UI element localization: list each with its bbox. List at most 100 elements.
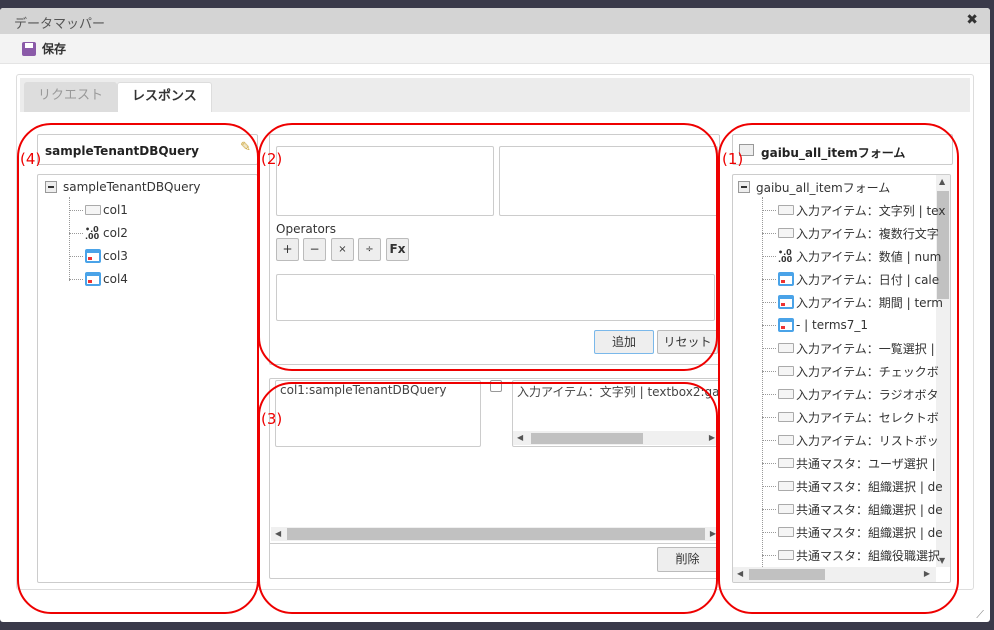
tree-item[interactable]: col3 xyxy=(69,246,128,266)
tree-item[interactable]: col4 xyxy=(69,269,128,289)
tree-item[interactable]: col1 xyxy=(69,200,128,220)
source-tree: sampleTenantDBQuery col1 •.0.00 col2 col3 co… xyxy=(37,174,258,583)
tree-item-label: 入力アイテム：セレクトボ xyxy=(796,410,939,425)
resize-grip-icon[interactable]: ⟋ xyxy=(976,608,984,622)
annotation-label-1: (1) xyxy=(722,150,744,168)
toolbar: 保存 xyxy=(0,34,990,64)
tree-item[interactable]: •.0.00 col2 xyxy=(69,223,128,243)
number-field-icon: •.0.00 xyxy=(85,225,100,241)
mapping-target-hscrollbar[interactable]: ◀ ▶ xyxy=(513,431,719,445)
collapse-icon[interactable] xyxy=(45,181,57,193)
mapping-checkbox[interactable] xyxy=(490,380,502,392)
text-field-icon xyxy=(778,458,794,468)
tree-item[interactable]: - | terms7_1 xyxy=(762,315,868,335)
tree-item[interactable]: 入力アイテム：チェックボ xyxy=(762,361,939,381)
calendar-icon xyxy=(778,272,794,286)
calendar-icon xyxy=(778,295,794,309)
target-field-box[interactable] xyxy=(499,146,718,216)
tree-item[interactable]: 共通マスタ：ユーザ選択 | xyxy=(762,453,936,473)
reset-button[interactable]: リセット xyxy=(657,330,718,354)
edit-pencil-icon[interactable]: ✎ xyxy=(240,140,251,155)
source-header: sampleTenantDBQuery ✎ xyxy=(37,134,258,165)
annotation-label-4: (4) xyxy=(20,150,42,168)
operator-minus-button[interactable]: − xyxy=(303,238,326,261)
target-header: gaibu_all_itemフォーム xyxy=(732,134,953,165)
tree-root-label: gaibu_all_itemフォーム xyxy=(756,180,891,195)
tree-item-label: 入力アイテム：文字列 | tex xyxy=(796,203,946,218)
tree-item[interactable]: 共通マスタ：組織役職選択 xyxy=(762,545,940,565)
add-button[interactable]: 追加 xyxy=(594,330,654,354)
tree-item-label: 共通マスタ：組織役職選択 xyxy=(796,548,941,563)
text-field-icon xyxy=(778,504,794,514)
tree-item[interactable]: 入力アイテム：一覧選択 | xyxy=(762,338,935,358)
annotation-label-3: (3) xyxy=(261,410,283,428)
tree-item-label: 入力アイテム：チェックボ xyxy=(796,364,939,379)
tree-item-label: 入力アイテム：数値 | num xyxy=(796,249,942,264)
text-field-icon xyxy=(778,343,794,353)
tree-item-label: 入力アイテム：ラジオボタ xyxy=(796,387,939,402)
tree-item[interactable]: 共通マスタ：組織選択 | de xyxy=(762,499,943,519)
save-label: 保存 xyxy=(42,42,67,56)
annotation-label-2: (2) xyxy=(261,150,283,168)
tree-item[interactable]: •.0.00 入力アイテム：数値 | num xyxy=(762,246,941,266)
operator-plus-button[interactable]: + xyxy=(276,238,299,261)
tree-root[interactable]: gaibu_all_itemフォーム xyxy=(738,177,890,197)
tree-item[interactable]: 入力アイテム：リストボッ xyxy=(762,430,939,450)
mapping-target[interactable]: 入力アイテム：文字列 | textbox2:gaib ◀ ▶ xyxy=(512,380,720,447)
expression-input[interactable] xyxy=(276,274,715,321)
tree-item-label: 共通マスタ：組織選択 | de xyxy=(796,502,943,517)
text-field-icon xyxy=(85,205,101,215)
text-field-icon xyxy=(778,550,794,560)
source-field-box[interactable] xyxy=(276,146,494,216)
source-header-title: sampleTenantDBQuery xyxy=(45,144,199,158)
calendar-icon xyxy=(778,318,794,332)
tree-item-label: col1 xyxy=(103,203,128,217)
operator-multiply-button[interactable]: × xyxy=(331,238,354,261)
number-field-icon: •.0.00 xyxy=(778,248,793,264)
calendar-icon xyxy=(85,272,101,286)
text-field-icon xyxy=(778,228,794,238)
tree-item-label: col3 xyxy=(103,249,128,263)
tab-response[interactable]: レスポンス xyxy=(117,82,212,112)
operator-divide-button[interactable]: ÷ xyxy=(358,238,381,261)
target-header-title: gaibu_all_itemフォーム xyxy=(761,146,906,160)
dialog-title: データマッパー xyxy=(14,17,106,32)
text-field-icon xyxy=(778,435,794,445)
save-button[interactable]: 保存 xyxy=(22,40,66,57)
tree-item-label: 入力アイテム：日付 | cale xyxy=(796,272,940,287)
tree-item[interactable]: 入力アイテム：日付 | cale xyxy=(762,269,939,289)
mapping-hscrollbar[interactable]: ◀ ▶ xyxy=(271,527,718,541)
tree-item-label: 入力アイテム：一覧選択 | xyxy=(796,341,935,356)
title-bar[interactable]: データマッパー ✖ xyxy=(0,8,990,34)
tree-item-label: 入力アイテム：リストボッ xyxy=(796,433,939,448)
tree-item-label: 共通マスタ：組織選択 | de xyxy=(796,525,943,540)
tree-item-label: 入力アイテム：複数行文字 xyxy=(796,226,939,241)
text-field-icon xyxy=(778,205,794,215)
calendar-icon xyxy=(85,249,101,263)
tree-item[interactable]: 入力アイテム：セレクトボ xyxy=(762,407,939,427)
tree-item-label: 共通マスタ：ユーザ選択 | xyxy=(796,456,936,471)
target-tree-hscrollbar[interactable]: ◀ ▶ xyxy=(733,567,936,582)
tree-item[interactable]: 入力アイテム：期間 | term xyxy=(762,292,943,312)
operator-function-button[interactable]: Fx xyxy=(386,238,409,261)
tree-item-label: col4 xyxy=(103,272,128,286)
tree-item[interactable]: 入力アイテム：ラジオボタ xyxy=(762,384,939,404)
tree-item[interactable]: 入力アイテム：複数行文字 xyxy=(762,223,939,243)
tree-item[interactable]: 共通マスタ：組織選択 | de xyxy=(762,522,943,542)
close-icon[interactable]: ✖ xyxy=(966,12,978,28)
tab-bar: リクエスト レスポンス xyxy=(20,78,970,112)
tree-item-label: - | terms7_1 xyxy=(796,318,869,332)
tree-item[interactable]: 入力アイテム：文字列 | tex xyxy=(762,200,945,220)
text-field-icon xyxy=(778,412,794,422)
collapse-icon[interactable] xyxy=(738,181,750,193)
tree-root[interactable]: sampleTenantDBQuery xyxy=(45,177,201,197)
mapping-target-text: 入力アイテム：文字列 | textbox2:gaib xyxy=(517,385,720,399)
mapping-source[interactable]: col1:sampleTenantDBQuery xyxy=(275,380,481,447)
operators-label: Operators xyxy=(276,222,336,236)
tree-item[interactable]: 共通マスタ：組織選択 | de xyxy=(762,476,943,496)
delete-button[interactable]: 削除 xyxy=(657,547,718,572)
text-field-icon xyxy=(778,366,794,376)
text-field-icon xyxy=(778,527,794,537)
tab-request[interactable]: リクエスト xyxy=(24,82,118,112)
tree-item-label: 入力アイテム：期間 | term xyxy=(796,295,943,310)
